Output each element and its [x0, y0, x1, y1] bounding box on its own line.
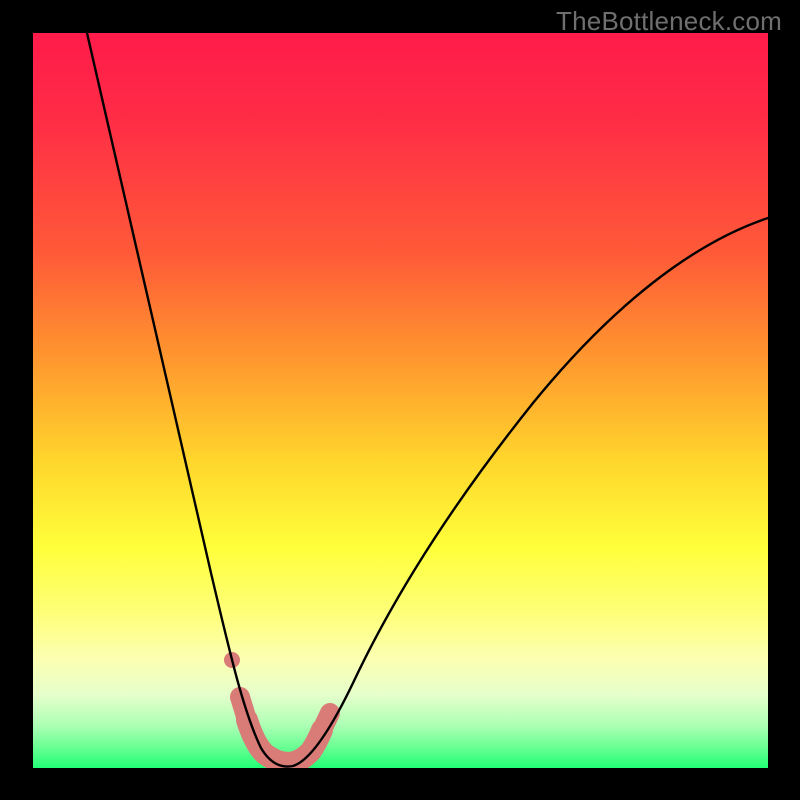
- bottleneck-curve: [33, 33, 768, 768]
- curve-path: [87, 33, 768, 767]
- chart-frame: TheBottleneck.com: [0, 0, 800, 800]
- watermark-text: TheBottleneck.com: [556, 6, 782, 37]
- plot-area: [33, 33, 768, 768]
